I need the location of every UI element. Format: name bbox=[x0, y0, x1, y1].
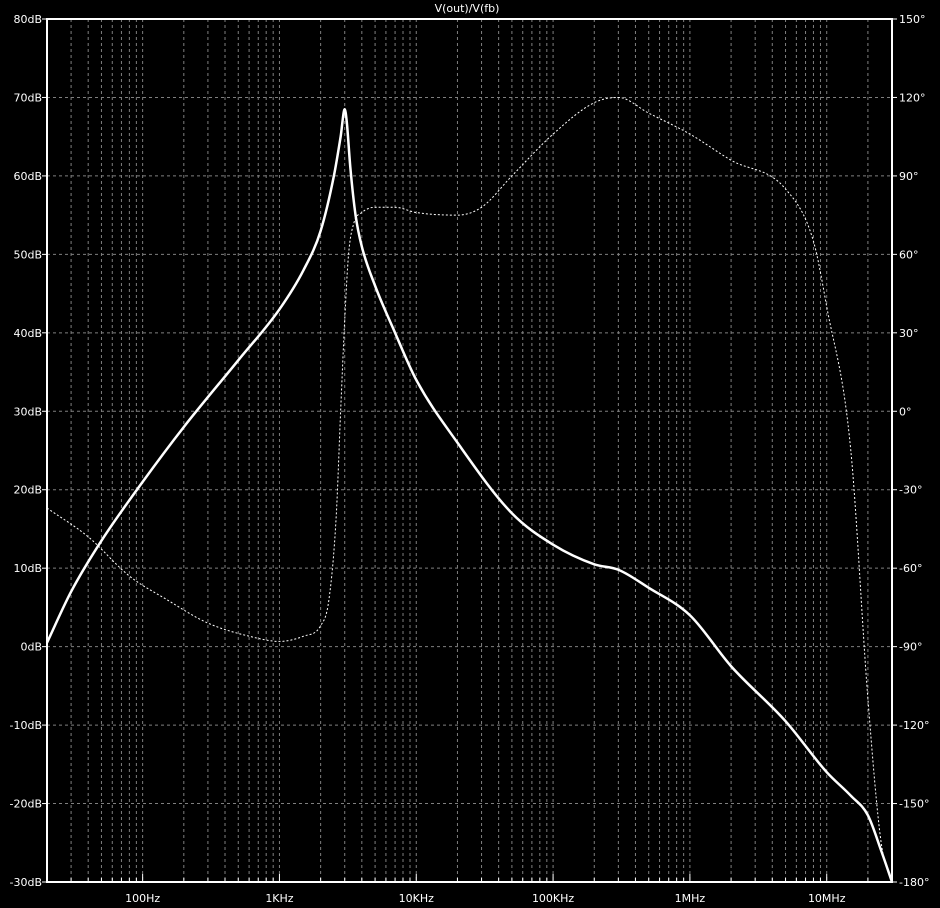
y-left-tick-label: 80dB bbox=[13, 13, 42, 26]
y-left-tick-label: 20dB bbox=[13, 484, 42, 497]
plot-background bbox=[0, 0, 940, 908]
y-left-tick-label: 60dB bbox=[13, 170, 42, 183]
y-right-tick-label: 30° bbox=[899, 327, 919, 340]
y-right-tick-label: -120° bbox=[899, 719, 929, 732]
y-right-tick-label: -30° bbox=[899, 484, 922, 497]
y-left-tick-label: 50dB bbox=[13, 248, 42, 261]
y-left-tick-label: -30dB bbox=[10, 876, 43, 889]
x-tick-label: 100Hz bbox=[125, 892, 160, 905]
y-left-tick-label: 70dB bbox=[13, 91, 42, 104]
x-tick-label: 10MHz bbox=[808, 892, 846, 905]
y-right-tick-label: 120° bbox=[899, 91, 926, 104]
x-tick-label: 10KHz bbox=[399, 892, 434, 905]
y-right-tick-label: -90° bbox=[899, 641, 922, 654]
y-left-tick-label: 0dB bbox=[20, 641, 42, 654]
y-left-tick-label: 30dB bbox=[13, 405, 42, 418]
y-left-tick-label: 10dB bbox=[13, 562, 42, 575]
y-right-tick-label: 90° bbox=[899, 170, 919, 183]
y-left-tick-label: -20dB bbox=[10, 798, 43, 811]
y-right-tick-label: -180° bbox=[899, 876, 929, 889]
y-left-tick-label: 40dB bbox=[13, 327, 42, 340]
chart-title: V(out)/V(fb) bbox=[435, 2, 500, 15]
x-tick-label: 1MHz bbox=[675, 892, 706, 905]
y-right-tick-label: 150° bbox=[899, 13, 926, 26]
y-right-tick-label: 0° bbox=[899, 405, 912, 418]
y-right-tick-label: -150° bbox=[899, 798, 929, 811]
bode-plot: V(out)/V(fb) 80dB 70dB 60dB 50dB 40dB 30dB 20d… bbox=[0, 0, 940, 908]
y-left-tick-label: -10dB bbox=[10, 719, 43, 732]
x-tick-label: 100KHz bbox=[532, 892, 574, 905]
y-right-tick-label: -60° bbox=[899, 562, 922, 575]
x-tick-label: 1KHz bbox=[265, 892, 293, 905]
y-right-tick-label: 60° bbox=[899, 248, 919, 261]
